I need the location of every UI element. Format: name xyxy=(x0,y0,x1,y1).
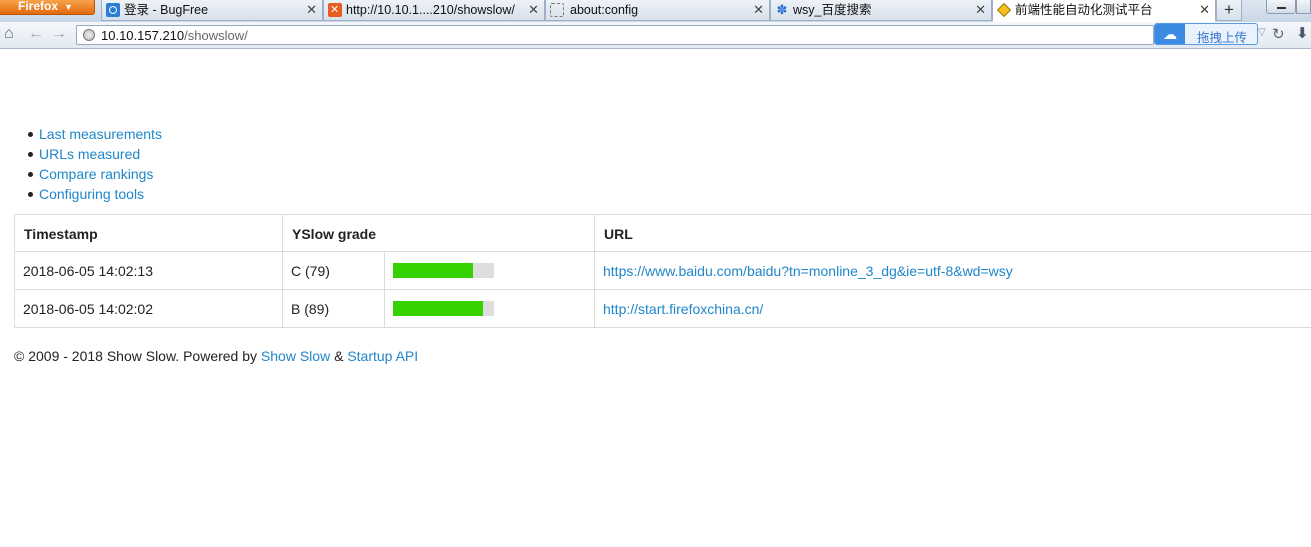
grade-bar-cell xyxy=(385,252,595,289)
show-slow-link[interactable]: Show Slow xyxy=(261,348,330,364)
tab-bar: Firefox ▼ 登录 - BugFree ✕ http://10.10.1..… xyxy=(0,0,1311,23)
grade-bar-fill xyxy=(393,263,473,278)
xampp-icon xyxy=(328,0,342,20)
download-icon[interactable]: ⬇ xyxy=(1296,24,1309,42)
timestamp-cell: 2018-06-05 14:02:13 xyxy=(15,252,283,289)
firefox-menu-label: Firefox xyxy=(18,0,59,13)
tab-showslow-url[interactable]: http://10.10.1....210/showslow/ ✕ xyxy=(323,0,545,21)
bullet-icon xyxy=(28,152,33,157)
baidu-upload-extension[interactable]: ☁ 拖拽上传 xyxy=(1154,23,1258,45)
bullet-icon xyxy=(28,192,33,197)
url-header: URL xyxy=(604,226,633,242)
table-header-row: Timestamp YSlow grade URL xyxy=(15,215,1311,252)
configuring-tools-link[interactable]: Configuring tools xyxy=(39,185,144,203)
page-content: Last measurements URLs measured Compare … xyxy=(0,49,1311,547)
baidu-cloud-icon: ☁ xyxy=(1155,24,1185,44)
measured-url-link[interactable]: https://www.baidu.com/baidu?tn=monline_3… xyxy=(603,263,1013,279)
last-measurements-link[interactable]: Last measurements xyxy=(39,125,162,143)
close-icon[interactable]: ✕ xyxy=(528,0,539,20)
tab-label: 前端性能自动化测试平台 xyxy=(1015,3,1153,17)
grade-bar xyxy=(393,263,494,278)
close-icon[interactable]: ✕ xyxy=(1199,0,1210,20)
grade-bar-cell xyxy=(385,290,595,327)
url-cell: http://start.firefoxchina.cn/ xyxy=(595,290,1311,327)
close-icon[interactable]: ✕ xyxy=(753,0,764,20)
extension-label: 拖拽上传 xyxy=(1197,31,1248,45)
grade-cell: C (79) xyxy=(283,252,385,289)
urls-measured-link[interactable]: URLs measured xyxy=(39,145,140,163)
tab-label: 登录 - BugFree xyxy=(124,3,209,17)
startup-api-link[interactable]: Startup API xyxy=(347,348,418,364)
address-text: 10.10.157.210/showslow/ xyxy=(101,28,248,43)
tab-label: http://10.10.1....210/showslow/ xyxy=(346,3,515,17)
forward-arrow-icon[interactable]: → xyxy=(51,25,67,43)
address-bar[interactable]: 10.10.157.210/showslow/ xyxy=(76,25,1154,45)
tab-performance-platform[interactable]: 前端性能自动化测试平台 ✕ xyxy=(992,0,1216,22)
timestamp-header: Timestamp xyxy=(15,215,283,251)
close-icon[interactable]: ✕ xyxy=(975,0,986,20)
timestamp-cell: 2018-06-05 14:02:02 xyxy=(15,290,283,327)
tab-about-config[interactable]: about:config ✕ xyxy=(545,0,770,21)
blank-page-icon xyxy=(550,3,564,17)
maximize-button[interactable] xyxy=(1296,0,1311,14)
minimize-button[interactable] xyxy=(1266,0,1296,14)
firefox-menu-button[interactable]: Firefox ▼ xyxy=(0,0,95,15)
url-cell: https://www.baidu.com/baidu?tn=monline_3… xyxy=(595,252,1311,289)
navigation-toolbar: ⌂ ← → 10.10.157.210/showslow/ ☁ 拖拽上传 ▽ ↻… xyxy=(0,22,1311,49)
tab-bugfree[interactable]: 登录 - BugFree ✕ xyxy=(101,0,323,21)
globe-icon xyxy=(83,29,95,41)
grade-bar xyxy=(393,301,494,316)
home-icon[interactable]: ⌂ xyxy=(4,25,14,43)
grade-bar-fill xyxy=(393,301,483,316)
bugfree-icon xyxy=(106,3,120,17)
tab-label: about:config xyxy=(570,3,639,17)
chevron-down-icon: ▼ xyxy=(64,2,73,12)
bullet-icon xyxy=(28,132,33,137)
tab-label: wsy_百度搜索 xyxy=(793,3,872,17)
page-footer: © 2009 - 2018 Show Slow. Powered by Show… xyxy=(14,348,418,364)
reload-icon[interactable]: ↻ xyxy=(1272,25,1285,43)
measurements-table: Timestamp YSlow grade URL 2018-06-05 14:… xyxy=(14,214,1311,328)
compare-rankings-link[interactable]: Compare rankings xyxy=(39,165,153,183)
table-row: 2018-06-05 14:02:02 B (89) http://start.… xyxy=(15,290,1311,328)
close-icon[interactable]: ✕ xyxy=(306,0,317,20)
footer-copyright: © 2009 - 2018 Show Slow. Powered by xyxy=(14,348,261,364)
baidu-paw-icon: ✽ xyxy=(776,2,788,17)
tab-baidu-search[interactable]: ✽ wsy_百度搜索 ✕ xyxy=(770,0,992,21)
new-tab-button[interactable]: + xyxy=(1216,0,1242,21)
back-arrow-icon[interactable]: ← xyxy=(28,25,44,43)
table-row: 2018-06-05 14:02:13 C (79) https://www.b… xyxy=(15,252,1311,290)
measured-url-link[interactable]: http://start.firefoxchina.cn/ xyxy=(603,301,763,317)
bullet-icon xyxy=(28,172,33,177)
footer-separator: & xyxy=(330,348,348,364)
yslow-grade-header: YSlow grade xyxy=(283,215,595,251)
chevron-down-icon[interactable]: ▽ xyxy=(1258,27,1266,38)
grade-cell: B (89) xyxy=(283,290,385,327)
showslow-diamond-icon xyxy=(996,2,1012,18)
